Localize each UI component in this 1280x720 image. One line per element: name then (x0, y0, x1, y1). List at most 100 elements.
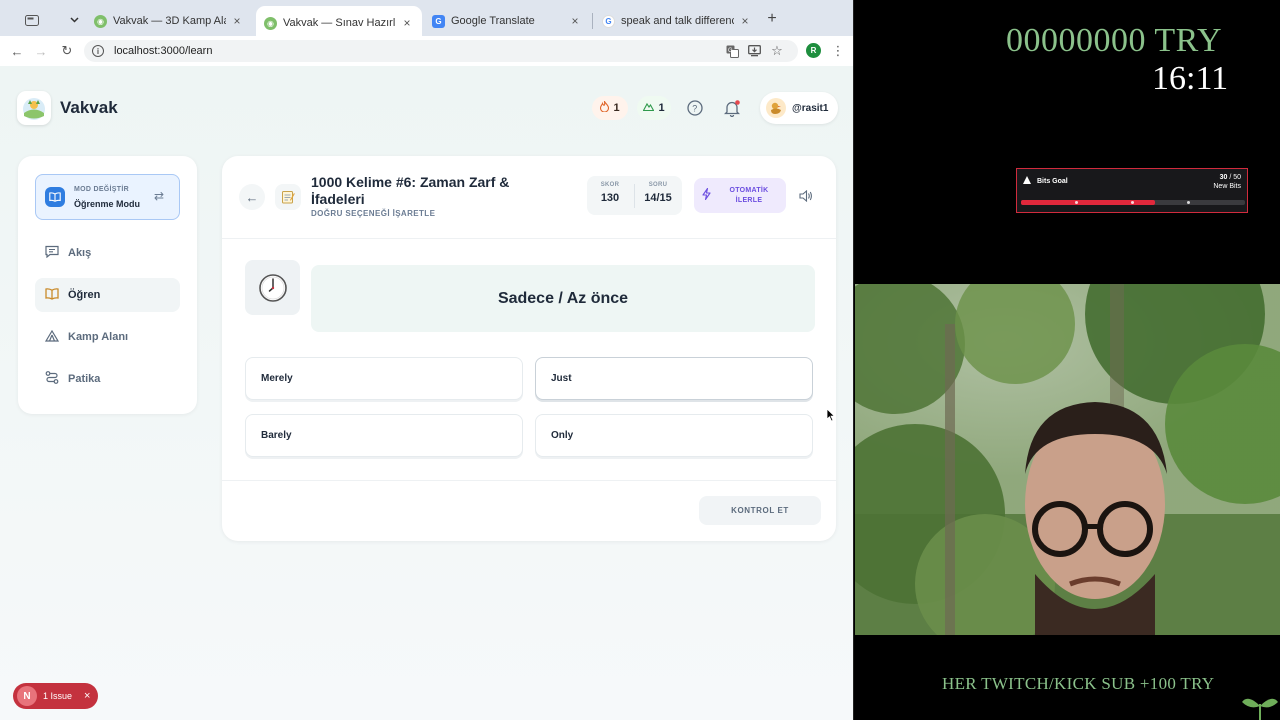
forward-arrow-icon[interactable]: → (32, 42, 50, 60)
close-tab-icon[interactable]: × (230, 14, 244, 28)
browser-menu-icon[interactable]: ⋮ (830, 43, 846, 59)
close-icon[interactable]: × (84, 690, 90, 702)
route-icon (45, 371, 59, 387)
lightning-icon (702, 187, 711, 205)
mouse-cursor-icon (826, 408, 836, 422)
option-just[interactable]: Just (535, 357, 813, 400)
notification-bell-icon[interactable] (722, 98, 742, 118)
vakvak-favicon-icon: ◉ (94, 14, 107, 28)
lesson-title: 1000 Kelime #6: Zaman Zarf & İfadeleri (311, 174, 510, 207)
brand[interactable]: Vakvak (17, 91, 118, 125)
browser-window: ◉ Vakvak — 3D Kamp Alanı, Od × ◉ Vakvak … (0, 0, 854, 720)
duck-avatar-icon (766, 98, 786, 118)
nextjs-logo-icon: N (17, 686, 37, 706)
donation-total: 00000000 TRY (1006, 22, 1223, 59)
footer-divider (222, 480, 836, 481)
sidebar-item-ogren[interactable]: Öğren (35, 278, 180, 312)
tab-vakvak-sinav[interactable]: ◉ Vakvak — Sınav Hazırlık, Orta × (256, 6, 422, 40)
option-merely[interactable]: Merely (245, 357, 523, 400)
svg-text:G: G (728, 48, 733, 54)
browser-toolbar: ← → ↻ i localhost:3000/learn G ☆ R ⋮ (0, 36, 853, 66)
profile-avatar[interactable]: R (806, 43, 821, 58)
score-value: 130 (600, 192, 620, 204)
stream-clock: 16:11 (1152, 60, 1229, 97)
tab-google-translate[interactable]: G Google Translate × (424, 8, 590, 34)
reload-icon[interactable]: ↻ (58, 42, 76, 60)
address-bar[interactable]: i localhost:3000/learn (84, 40, 798, 62)
tab-search-icon[interactable] (22, 9, 42, 31)
speaker-icon[interactable] (794, 184, 818, 208)
close-tab-icon[interactable]: × (738, 14, 752, 28)
tab-google-search[interactable]: G speak and talk difference - G × (594, 8, 760, 34)
app-content: Vakvak 1 1 ? @rasit1 MOD DEĞİŞTİR Öğrenm… (0, 66, 853, 720)
brand-name: Vakvak (60, 98, 118, 117)
webcam-feed (855, 284, 1280, 635)
lesson-instruction: DOĞRU SEÇENEĞİ İŞARETLE (311, 209, 436, 218)
sidebar-item-label: Kamp Alanı (68, 331, 129, 343)
bits-goal-fill (1021, 200, 1156, 205)
sidebar-item-label: Akış (68, 247, 92, 259)
new-tab-button[interactable]: + (764, 10, 780, 28)
option-only[interactable]: Only (535, 414, 813, 457)
help-icon[interactable]: ? (685, 98, 705, 118)
back-button[interactable]: ← (239, 184, 265, 210)
issue-count: 1 Issue (43, 691, 73, 701)
sidebar-item-akis[interactable]: Akış (35, 236, 180, 270)
sub-message: HER TWITCH/KICK SUB +100 TRY (942, 674, 1215, 693)
url-text: localhost:3000/learn (114, 45, 213, 57)
back-arrow-icon[interactable]: ← (8, 42, 26, 60)
plant-icon (1242, 698, 1278, 720)
google-favicon-icon: G (602, 14, 615, 28)
close-tab-icon[interactable]: × (568, 14, 582, 28)
tent-icon (44, 329, 60, 345)
close-tab-icon[interactable]: × (400, 16, 414, 30)
sidebar-item-kamp-alani[interactable]: Kamp Alanı (35, 320, 180, 354)
option-barely[interactable]: Barely (245, 414, 523, 457)
mode-switch-card[interactable]: MOD DEĞİŞTİR Öğrenme Modu ⇄ (35, 174, 180, 220)
tab-list-chevron-icon[interactable] (66, 9, 82, 31)
vakvak-favicon-icon: ◉ (264, 16, 277, 30)
league-count: 1 (658, 102, 665, 114)
tab-vakvak-kamp[interactable]: ◉ Vakvak — 3D Kamp Alanı, Od × (86, 8, 252, 34)
mode-caption: MOD DEĞİŞTİR (74, 186, 129, 193)
webcam-image (855, 284, 1280, 635)
sidebar: MOD DEĞİŞTİR Öğrenme Modu ⇄ Akış Öğren K… (18, 156, 197, 414)
vakvak-logo-icon (17, 91, 51, 125)
feed-icon (45, 245, 59, 261)
bits-goal-progress (1021, 200, 1245, 205)
bookmark-star-icon[interactable]: ☆ (769, 43, 785, 59)
prompt-word: Sadece / Az önce (311, 265, 815, 332)
install-app-icon[interactable] (746, 43, 762, 59)
check-button[interactable]: KONTROL ET (699, 496, 821, 525)
header-divider (222, 238, 836, 239)
sidebar-item-patika[interactable]: Patika (35, 362, 180, 396)
translate-page-icon[interactable]: G (724, 43, 740, 59)
league-badge[interactable]: 1 (637, 96, 671, 120)
book-icon (45, 287, 59, 303)
user-menu[interactable]: @rasit1 (760, 92, 838, 124)
swap-arrows-icon[interactable]: ⇄ (154, 189, 164, 203)
bits-goal-title: Bits Goal (1037, 178, 1068, 185)
streak-badge[interactable]: 1 (592, 96, 628, 120)
lesson-card: ← 1000 Kelime #6: Zaman Zarf & İfadeleri… (222, 156, 836, 541)
book-open-icon (45, 187, 65, 207)
clock-icon (245, 260, 300, 315)
svg-text:?: ? (692, 104, 697, 114)
score-panel: SKOR 130 SORU 14/15 (587, 176, 682, 215)
memo-icon (275, 184, 301, 210)
score-stat: SKOR 130 (587, 182, 633, 204)
question-value: 14/15 (644, 192, 672, 204)
progress-marker (1075, 201, 1078, 204)
streak-count: 1 (613, 102, 620, 114)
tab-separator (592, 13, 593, 29)
bits-goal-widget: Bits Goal 30 / 50 New Bits (1016, 168, 1248, 213)
sidebar-item-label: Patika (68, 373, 101, 385)
issue-badge[interactable]: N 1 Issue × (13, 683, 98, 709)
site-info-icon[interactable]: i (92, 45, 104, 57)
tab-strip: ◉ Vakvak — 3D Kamp Alanı, Od × ◉ Vakvak … (0, 0, 853, 40)
username: @rasit1 (792, 102, 829, 114)
mode-value: Öğrenme Modu (74, 199, 141, 209)
progress-marker (1131, 201, 1134, 204)
auto-advance-button[interactable]: OTOMATİK İLERLE (694, 178, 786, 213)
mountain-icon (643, 102, 655, 114)
